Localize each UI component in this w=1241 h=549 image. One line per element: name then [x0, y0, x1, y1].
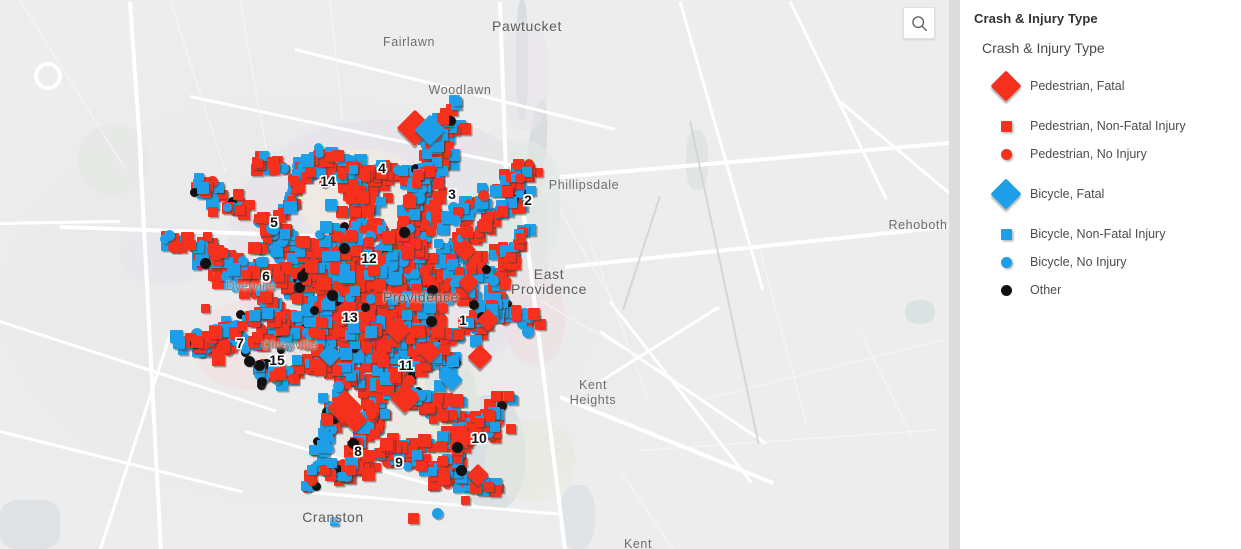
legend-panel: Crash & Injury Type Crash & Injury Type …	[960, 0, 1241, 549]
legend-item-label: Other	[1030, 283, 1062, 297]
legend-item-label: Pedestrian, Non-Fatal Injury	[1030, 119, 1186, 133]
legend-symbol-cell	[982, 148, 1030, 160]
panel-divider	[949, 0, 960, 549]
legend-diamond-icon	[990, 178, 1022, 210]
legend-circle-icon	[1000, 284, 1012, 296]
legend-square-icon	[1000, 228, 1012, 240]
legend-symbol-cell	[982, 256, 1030, 268]
basemap-background	[0, 0, 949, 549]
map-canvas[interactable]: Pawtucket Fairlawn Woodlawn Phillipsdale Reh…	[0, 0, 949, 549]
legend-symbol-cell	[982, 228, 1030, 240]
search-icon	[911, 15, 928, 32]
legend-item[interactable]: Pedestrian, Fatal	[982, 70, 1241, 102]
legend-item-label: Bicycle, No Injury	[1030, 255, 1127, 269]
legend-item[interactable]: Bicycle, Fatal	[982, 178, 1241, 210]
legend-item-label: Pedestrian, Fatal	[1030, 79, 1125, 93]
legend-circle-icon	[1000, 148, 1012, 160]
legend-symbol-cell	[982, 120, 1030, 132]
legend-item[interactable]: Pedestrian, No Injury	[982, 140, 1241, 168]
legend-item-list: Pedestrian, Fatal Pedestrian, Non-Fatal I…	[960, 70, 1241, 304]
legend-circle-icon	[1000, 256, 1012, 268]
legend-item-label: Bicycle, Non-Fatal Injury	[1030, 227, 1166, 241]
legend-symbol-cell	[982, 178, 1030, 210]
legend-layer-label: Crash & Injury Type	[982, 40, 1105, 56]
legend-square-icon	[1000, 120, 1012, 132]
legend-symbol-cell	[982, 70, 1030, 102]
legend-symbol-cell	[982, 284, 1030, 296]
map-application: Pawtucket Fairlawn Woodlawn Phillipsdale Reh…	[0, 0, 1241, 549]
search-button[interactable]	[903, 7, 935, 39]
legend-item[interactable]: Bicycle, Non-Fatal Injury	[982, 220, 1241, 248]
legend-item[interactable]: Other	[982, 276, 1241, 304]
legend-panel-title: Crash & Injury Type	[974, 11, 1098, 26]
legend-item-label: Bicycle, Fatal	[1030, 187, 1105, 201]
legend-item[interactable]: Bicycle, No Injury	[982, 248, 1241, 276]
legend-diamond-icon	[990, 70, 1022, 102]
legend-item-label: Pedestrian, No Injury	[1030, 147, 1147, 161]
legend-item[interactable]: Pedestrian, Non-Fatal Injury	[982, 112, 1241, 140]
